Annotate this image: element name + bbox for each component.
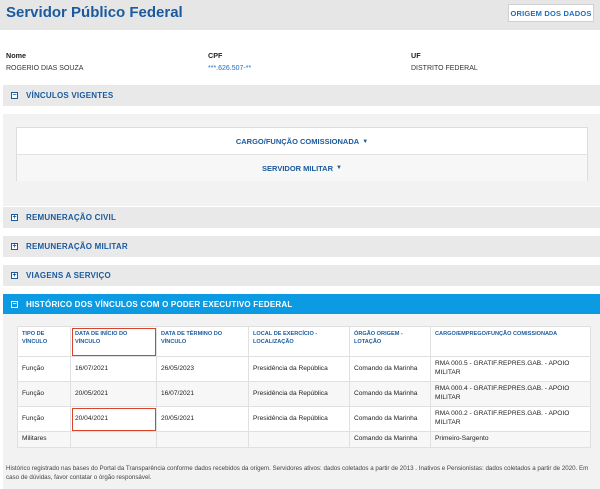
- table-cell: Presidência da República: [248, 406, 350, 432]
- cpf-field: CPF ***.626.507-**: [208, 51, 251, 72]
- nome-label: Nome: [6, 51, 26, 60]
- table-cell: RMA 000.2 - GRATIF.REPRES.GAB. - APOIO M…: [430, 406, 591, 432]
- table-cell: Comando da Marinha: [349, 431, 431, 448]
- expand-icon: +: [11, 214, 18, 221]
- column-header[interactable]: LOCAL DE EXERCÍCIO - LOCALIZAÇÃO: [248, 326, 350, 357]
- cargo-funcao-comissionada-toggle[interactable]: CARGO/FUNÇÃO COMISSIONADA ▼: [17, 128, 587, 155]
- section-title: REMUNERAÇÃO CIVIL: [26, 213, 117, 222]
- nome-value: ROGERIO DIAS SOUZA: [6, 65, 84, 72]
- origem-dos-dados-button[interactable]: ORIGEM DOS DADOS: [508, 4, 594, 22]
- collapse-icon: −: [11, 92, 18, 99]
- uf-field: UF DISTRITO FEDERAL: [411, 51, 478, 72]
- uf-value: DISTRITO FEDERAL: [411, 65, 478, 72]
- column-header[interactable]: DATA DE INÍCIO DO VÍNCULO: [70, 326, 157, 357]
- historico-panel: TIPO DE VÍNCULO DATA DE INÍCIO DO VÍNCUL…: [3, 314, 600, 489]
- caret-down-icon: ▼: [362, 138, 369, 145]
- cpf-value: ***.626.507-**: [208, 65, 252, 72]
- table-row: Função 20/04/2021 20/05/2021 Presidência…: [17, 406, 591, 432]
- section-title: HISTÓRICO DOS VÍNCULOS COM O PODER EXECU…: [26, 300, 293, 309]
- table-header-row: TIPO DE VÍNCULO DATA DE INÍCIO DO VÍNCUL…: [17, 326, 591, 357]
- footnote: Histórico registrado nas bases do Portal…: [6, 465, 589, 481]
- toggle-label: CARGO/FUNÇÃO COMISSIONADA: [235, 137, 360, 146]
- section-viagens-a-servico[interactable]: + VIAGENS A SERVIÇO: [3, 265, 600, 286]
- table-cell: Comando da Marinha: [349, 356, 431, 382]
- table-cell: 20/04/2021: [70, 406, 157, 432]
- table-cell: Função: [17, 406, 71, 432]
- section-title: VÍNCULOS VIGENTES: [26, 91, 114, 100]
- column-header[interactable]: TIPO DE VÍNCULO: [17, 326, 71, 357]
- table-row: Função 16/07/2021 26/05/2023 Presidência…: [17, 356, 591, 382]
- section-vinculos-vigentes[interactable]: − VÍNCULOS VIGENTES: [3, 85, 600, 106]
- table-row: Função 20/05/2021 16/07/2021 Presidência…: [17, 381, 591, 407]
- table-cell: RMA 000.4 - GRATIF.REPRES.GAB. - APOIO M…: [430, 381, 591, 407]
- column-header[interactable]: CARGO/EMPREGO/FUNÇÃO COMISSIONADA: [430, 326, 591, 357]
- uf-label: UF: [411, 51, 421, 60]
- table-cell: Primeiro-Sargento: [430, 431, 591, 448]
- table-row: Militares Comando da Marinha Primeiro-Sa…: [17, 431, 591, 448]
- table-cell: 20/05/2021: [156, 406, 249, 432]
- section-title: REMUNERAÇÃO MILITAR: [26, 242, 128, 251]
- caret-down-icon: ▼: [336, 165, 342, 171]
- section-historico-vinculos[interactable]: − HISTÓRICO DOS VÍNCULOS COM O PODER EXE…: [3, 294, 600, 315]
- vinculos-list: CARGO/FUNÇÃO COMISSIONADA ▼ SERVIDOR MIL…: [16, 127, 588, 181]
- table-cell: Comando da Marinha: [349, 381, 431, 407]
- table-cell: 20/05/2021: [70, 381, 157, 407]
- cpf-label: CPF: [208, 51, 223, 60]
- vinculos-panel: CARGO/FUNÇÃO COMISSIONADA ▼ SERVIDOR MIL…: [3, 114, 600, 206]
- table-cell: Presidência da República: [248, 356, 350, 382]
- top-bar: Servidor Público Federal ORIGEM DOS DADO…: [0, 0, 600, 30]
- section-remuneracao-militar[interactable]: + REMUNERAÇÃO MILITAR: [3, 236, 600, 257]
- historico-table: TIPO DE VÍNCULO DATA DE INÍCIO DO VÍNCUL…: [17, 326, 591, 448]
- table-cell: [70, 431, 157, 448]
- nome-field: Nome ROGERIO DIAS SOUZA: [6, 51, 83, 72]
- table-cell: 26/05/2023: [156, 356, 249, 382]
- table-cell: RMA 000.5 - GRATIF.REPRES.GAB. - APOIO M…: [430, 356, 591, 382]
- section-remuneracao-civil[interactable]: + REMUNERAÇÃO CIVIL: [3, 207, 600, 228]
- expand-icon: +: [11, 272, 18, 279]
- toggle-label: SERVIDOR MILITAR: [262, 163, 334, 173]
- table-cell: Presidência da República: [248, 381, 350, 407]
- table-cell: Função: [17, 381, 71, 407]
- table-cell: Militares: [17, 431, 71, 448]
- servidor-militar-toggle[interactable]: SERVIDOR MILITAR ▼: [17, 154, 587, 181]
- expand-icon: +: [11, 243, 18, 250]
- table-cell: [156, 431, 249, 448]
- table-cell: [248, 431, 350, 448]
- page-title: Servidor Público Federal: [6, 4, 183, 21]
- column-header[interactable]: ÓRGÃO ORIGEM - LOTAÇÃO: [349, 326, 431, 357]
- section-title: VIAGENS A SERVIÇO: [26, 271, 111, 280]
- table-cell: 16/07/2021: [70, 356, 157, 382]
- collapse-icon: −: [11, 301, 18, 308]
- table-cell: Função: [17, 356, 71, 382]
- table-cell: Comando da Marinha: [349, 406, 431, 432]
- table-cell: 16/07/2021: [156, 381, 249, 407]
- column-header[interactable]: DATA DE TÉRMINO DO VÍNCULO: [156, 326, 249, 357]
